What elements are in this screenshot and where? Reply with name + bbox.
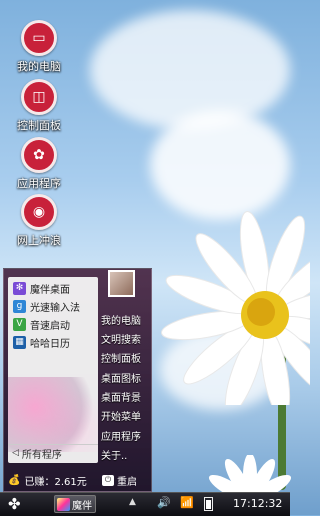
earnings: 💰 已赚：2.61元	[4, 473, 102, 488]
daisy-flower-small	[208, 455, 292, 495]
cloud	[150, 110, 290, 220]
computer-icon: ▭	[21, 20, 57, 56]
start-menu-footer: 💰 已赚：2.61元 ⏻ 重启	[4, 469, 151, 491]
desktop-icon-my-computer[interactable]: ▭ 我的电脑	[8, 20, 70, 74]
menu-link-label: 桌面背景	[101, 392, 141, 404]
menu-link-label: 控制面板	[101, 353, 141, 365]
calendar-icon: ▦	[13, 335, 26, 349]
menu-link-label: 开始菜单	[101, 411, 141, 423]
menu-link-start-menu[interactable]: 开始菜单	[101, 406, 149, 424]
restart-button[interactable]: ⏻ 重启	[102, 473, 137, 488]
menu-item-label: 光速输入法	[30, 302, 80, 314]
menu-link-label: 我的电脑	[101, 315, 141, 327]
input-method-icon: g	[13, 299, 26, 313]
money-bag-icon: 💰	[8, 474, 21, 486]
taskbar: ✤ 魔伴 ▲ 🔊 📶 17:12:32	[0, 492, 290, 516]
all-programs-label: 所有程序	[21, 449, 62, 461]
menu-link-desktop-background[interactable]: 桌面背景	[101, 387, 149, 405]
menu-link-apps[interactable]: 应用程序	[101, 426, 149, 444]
all-programs-button[interactable]: ◁ 所有程序	[8, 444, 98, 461]
earnings-label: 已赚：2.61元	[24, 476, 87, 488]
menu-link-label: 桌面图标	[101, 373, 141, 385]
menu-item-label: 音速启动	[30, 320, 70, 332]
arrow-left-icon: ◁	[12, 448, 19, 458]
desktop-icon-label: 控制面板	[17, 119, 61, 132]
menu-item-input-method[interactable]: g 光速输入法	[8, 297, 98, 315]
desktop-icon-label: 网上冲浪	[17, 234, 61, 247]
desktop-icon-apps[interactable]: ✿ 应用程序	[8, 137, 70, 191]
clover-icon: ✤	[8, 495, 21, 513]
start-button[interactable]: ✤	[8, 496, 24, 512]
menu-link-label: 关于..	[101, 450, 128, 462]
menu-item-launcher[interactable]: V 音速启动	[8, 315, 98, 333]
daisy-flower	[161, 211, 310, 405]
menu-link-desktop-icons[interactable]: 桌面图标	[101, 368, 149, 386]
launcher-icon: V	[13, 317, 26, 331]
tray-expand-icon[interactable]: ▲	[129, 497, 136, 507]
control-panel-icon: ◫	[21, 79, 57, 115]
menu-item-label: 哈哈日历	[30, 338, 70, 350]
moban-app-icon	[57, 497, 70, 511]
menu-item-calendar[interactable]: ▦ 哈哈日历	[8, 333, 98, 351]
menu-link-label: 应用程序	[101, 431, 141, 443]
taskbar-task-moban[interactable]: 魔伴	[54, 495, 96, 513]
desktop-icon-label: 我的电脑	[17, 60, 61, 73]
menu-link-control-panel[interactable]: 控制面板	[101, 348, 149, 366]
menu-item-label: 魔伴桌面	[30, 284, 70, 296]
cloud	[90, 10, 290, 130]
taskbar-task-label: 魔伴	[72, 500, 92, 512]
battery-icon[interactable]	[204, 497, 213, 511]
avatar[interactable]	[108, 270, 135, 297]
apps-icon: ✿	[21, 137, 57, 173]
desktop-icon-browser[interactable]: ◉ 网上冲浪	[8, 194, 70, 248]
power-icon: ⏻	[102, 474, 114, 486]
menu-link-about[interactable]: 关于..	[101, 445, 149, 463]
wifi-icon[interactable]: 📶	[180, 496, 194, 509]
desktop-icon-control-panel[interactable]: ◫ 控制面板	[8, 79, 70, 133]
menu-link-my-computer[interactable]: 我的电脑	[101, 310, 149, 328]
start-menu: ✻ 魔伴桌面 g 光速输入法 V 音速启动 ▦ 哈哈日历 ◁ 所有程序 我的电脑…	[3, 268, 152, 492]
browser-icon: ◉	[21, 194, 57, 230]
restart-label: 重启	[117, 476, 137, 488]
volume-icon[interactable]: 🔊	[157, 496, 171, 509]
menu-item-moban-desktop[interactable]: ✻ 魔伴桌面	[8, 279, 98, 297]
clock: 17:12:32	[233, 497, 283, 510]
moban-desktop-icon: ✻	[13, 281, 26, 295]
menu-link-search[interactable]: 文明搜索	[101, 329, 149, 347]
desktop-icon-label: 应用程序	[17, 177, 61, 190]
menu-decoration	[8, 377, 98, 452]
start-menu-app-list: ✻ 魔伴桌面 g 光速输入法 V 音速启动 ▦ 哈哈日历 ◁ 所有程序	[8, 277, 98, 463]
menu-link-label: 文明搜索	[101, 334, 141, 346]
